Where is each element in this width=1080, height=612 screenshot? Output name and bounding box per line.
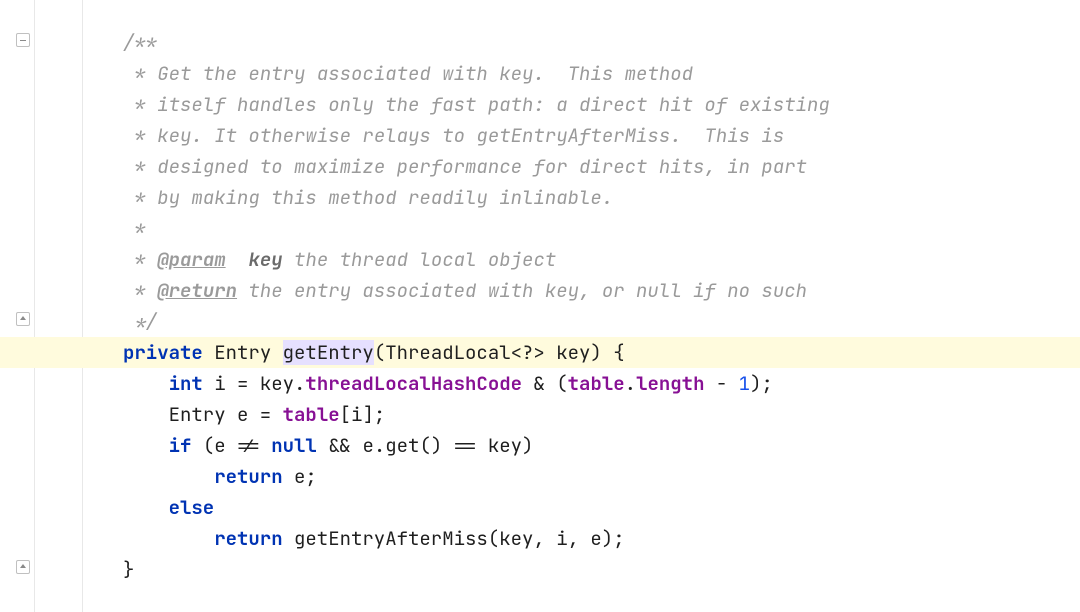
code-line: * Get the entry associated with key. Thi… [123,58,1080,89]
field-ref: table [568,371,625,396]
field-ref: length [636,371,704,396]
code-line-method-sig: private Entry getEntry(ThreadLocal<?> ke… [123,337,1080,368]
code-line: if (e != null && e.get() == key) [123,430,1080,461]
code-line: * @param key the thread local object [123,244,1080,275]
javadoc-delim: */ [123,309,157,334]
brace-close: } [123,557,134,582]
keyword-int: int [169,371,203,396]
code-line: return getEntryAfterMiss(key, i, e); [123,523,1080,554]
keyword-private: private [123,340,203,365]
code-line: else [123,492,1080,523]
javadoc-param-line: * @param key the thread local object [123,247,556,272]
keyword-return: return [214,526,282,551]
code-line: } [123,554,1080,585]
code-line: return e; [123,461,1080,492]
editor-gutter [0,0,35,612]
code-editor[interactable]: /** * Get the entry associated with key.… [85,0,1080,585]
number-literal: 1 [739,371,750,396]
javadoc-text: * Get the entry associated with key. Thi… [123,61,693,86]
javadoc-param-name: key [248,247,282,272]
code-line: * by making this method readily inlinabl… [123,182,1080,213]
keyword-null: null [271,433,317,458]
javadoc-text: * key. It otherwise relays to getEntryAf… [123,123,784,148]
javadoc-text: * designed to maximize performance for d… [123,154,807,179]
code-line: * designed to maximize performance for d… [123,151,1080,182]
javadoc-return-line: * @return the entry associated with key,… [123,278,807,303]
code-line: * [123,213,1080,244]
method-name: getEntry [283,340,374,365]
keyword-return: return [214,464,282,489]
code-line: */ [123,306,1080,337]
javadoc-delim: /** [123,30,157,55]
javadoc-text: * [123,216,146,241]
code-line: * itself handles only the fast path: a d… [123,89,1080,120]
code-line: /** [123,27,1080,58]
field-ref: threadLocalHashCode [305,371,522,396]
code-line: * @return the entry associated with key,… [123,275,1080,306]
field-ref: table [283,402,340,427]
fold-method-end[interactable] [16,560,30,574]
code-line: Entry e = table[i]; [123,399,1080,430]
javadoc-text: * by making this method readily inlinabl… [123,185,613,210]
gutter-inner-divider [82,0,83,612]
code-line: int i = key.threadLocalHashCode & (table… [123,368,1080,399]
fold-outer-up[interactable] [16,33,30,47]
javadoc-tag-return: @return [157,278,237,303]
keyword-if: if [169,433,192,458]
keyword-else: else [169,495,215,520]
javadoc-tag-param: @param [157,247,225,272]
code-line: * key. It otherwise relays to getEntryAf… [123,120,1080,151]
javadoc-text: * itself handles only the fast path: a d… [123,92,830,117]
fold-comment-end[interactable] [16,312,30,326]
